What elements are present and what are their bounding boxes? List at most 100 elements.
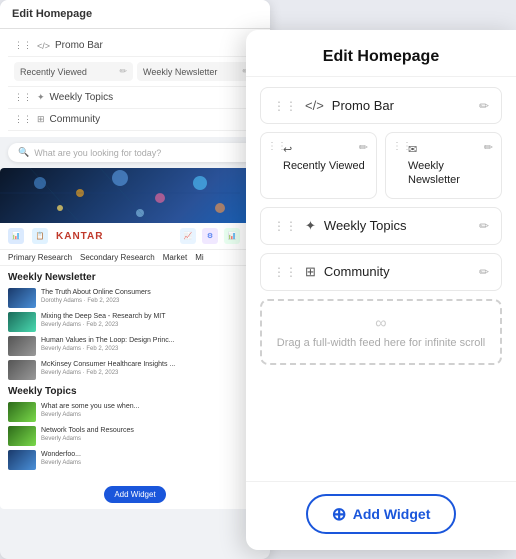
panel-item-topics-left: ⋮⋮ ✦ Weekly Topics	[273, 218, 407, 234]
nav-icon-1: 📊	[8, 228, 24, 244]
bg-item-promo: ⋮⋮ </> Promo Bar ✏	[8, 35, 262, 57]
drag-handle-community[interactable]: ⋮⋮	[273, 265, 297, 279]
nav-icon-2: 📋	[32, 228, 48, 244]
add-widget-area: ⊕ Add Widget	[246, 481, 516, 550]
drag-handle-promo[interactable]: ⋮⋮	[273, 99, 297, 113]
article-thumbnail	[8, 312, 36, 332]
panel-item-weekly-newsletter[interactable]: ⋮⋮ ✉ Weekly Newsletter ✏	[385, 132, 502, 199]
website-nav-labels: Primary Research Secondary Research Mark…	[0, 250, 270, 266]
articles-topics: What are some you use when... Beverly Ad…	[8, 402, 262, 470]
website-hero	[0, 168, 270, 223]
bg-panel-header: Edit Homepage	[0, 0, 270, 29]
recently-viewed-icon: ↩	[283, 143, 366, 156]
nav-logo: KANTAR	[56, 231, 103, 242]
list-item: Network Tools and Resources Beverly Adam…	[8, 426, 262, 446]
list-item: Mixing the Deep Sea - Research by MIT Be…	[8, 312, 262, 332]
nav-label-2: Secondary Research	[80, 253, 155, 262]
main-panel-title: Edit Homepage	[266, 48, 496, 66]
nav-label-4: Mi	[195, 253, 203, 262]
panel-item-community-left: ⋮⋮ ⊞ Community	[273, 264, 390, 280]
article-title: McKinsey Consumer Healthcare Insights ..…	[41, 360, 175, 369]
list-item: Human Values in The Loop: Design Princ..…	[8, 336, 262, 356]
panel-item-row2: ⋮⋮ ↩ Recently Viewed ✏ ⋮⋮ ✉ Weekly Newsl…	[260, 132, 502, 199]
main-edit-panel: Edit Homepage ⋮⋮ </> Promo Bar ✏ ⋮⋮ ↩ Re…	[246, 30, 516, 550]
list-item: The Truth About Online Consumers Dorothy…	[8, 288, 262, 308]
add-widget-plus-icon: ⊕	[332, 505, 347, 523]
bg-recently-label: Recently Viewed	[20, 67, 87, 77]
background-panel: Edit Homepage ⋮⋮ </> Promo Bar ✏ Recentl…	[0, 0, 270, 559]
panel-item-promo-left: ⋮⋮ </> Promo Bar	[273, 98, 394, 113]
bg-header-title: Edit Homepage	[12, 8, 92, 20]
article-meta: Beverly Adams · Feb 2, 2023	[41, 322, 166, 328]
nav-label-3: Market	[163, 253, 187, 262]
promo-bar-code-icon: </>	[305, 98, 324, 113]
article-thumbnail	[8, 450, 36, 470]
recently-viewed-label: Recently Viewed	[283, 159, 366, 173]
drag-handle-newsletter[interactable]: ⋮⋮	[392, 141, 412, 152]
article-thumbnail	[8, 402, 36, 422]
article-title: The Truth About Online Consumers	[41, 288, 151, 297]
bg-item-community: ⋮⋮ ⊞ Community ✏	[8, 109, 262, 131]
add-widget-label: Add Widget	[353, 506, 431, 522]
nav-bar-icon: 📊	[224, 228, 240, 244]
bg-item-row2: Recently Viewed ✏ Weekly Newsletter ✏	[8, 57, 262, 87]
article-meta: Beverly Adams · Feb 2, 2023	[41, 370, 175, 376]
bg-community-label: Community	[50, 114, 101, 125]
promo-bar-label: Promo Bar	[332, 98, 394, 113]
nav-label-1: Primary Research	[8, 253, 72, 262]
article-title: Mixing the Deep Sea - Research by MIT	[41, 312, 166, 321]
drag-handle-recently[interactable]: ⋮⋮	[267, 141, 287, 152]
weekly-topics-edit-icon[interactable]: ✏	[479, 219, 489, 233]
article-title: Network Tools and Resources	[41, 426, 134, 435]
bg-promo-drag-icon: ⋮⋮	[14, 40, 32, 51]
weekly-topics-label: Weekly Topics	[324, 218, 407, 233]
add-widget-button[interactable]: ⊕ Add Widget	[306, 494, 457, 534]
bg-weekly-drag: ⋮⋮	[14, 92, 32, 103]
weekly-newsletter-label: Weekly Newsletter	[408, 159, 491, 188]
list-item: McKinsey Consumer Healthcare Insights ..…	[8, 360, 262, 380]
infinity-icon: ∞	[276, 315, 486, 333]
bg-community-drag: ⋮⋮	[14, 114, 32, 125]
article-title: What are some you use when...	[41, 402, 139, 411]
main-panel-header: Edit Homepage	[246, 30, 516, 77]
bg-promo-code-icon: </>	[37, 41, 50, 51]
community-label: Community	[324, 264, 390, 279]
bg-item-recently: Recently Viewed ✏	[14, 62, 133, 81]
bg-search-icon: 🔍	[18, 147, 29, 158]
article-thumbnail	[8, 288, 36, 308]
nav-settings-icon: ⚙	[202, 228, 218, 244]
bg-item-newsletter: Weekly Newsletter ✏	[137, 62, 256, 81]
panel-item-weekly-topics[interactable]: ⋮⋮ ✦ Weekly Topics ✏	[260, 207, 502, 245]
article-meta: Beverly Adams	[41, 436, 134, 442]
promo-bar-edit-icon[interactable]: ✏	[479, 99, 489, 113]
community-edit-icon[interactable]: ✏	[479, 265, 489, 279]
infinite-scroll-drop-zone[interactable]: ∞ Drag a full-width feed here for infini…	[260, 299, 502, 365]
drag-handle-topics[interactable]: ⋮⋮	[273, 219, 297, 233]
section-topics-title: Weekly Topics	[8, 386, 262, 397]
drop-zone-text: Drag a full-width feed here for infinite…	[276, 337, 486, 349]
nav-chart-icon: 📈	[180, 228, 196, 244]
article-thumbnail	[8, 360, 36, 380]
community-grid-icon: ⊞	[305, 264, 316, 280]
bg-weekly-label: Weekly Topics	[50, 92, 114, 103]
website-content: Weekly Newsletter The Truth About Online…	[0, 266, 270, 480]
bg-add-widget-button[interactable]: Add Widget	[104, 486, 165, 503]
bg-panel-items: ⋮⋮ </> Promo Bar ✏ Recently Viewed ✏ Wee…	[0, 29, 270, 137]
bg-recently-edit: ✏	[119, 66, 127, 77]
weekly-newsletter-edit-icon[interactable]: ✏	[484, 141, 493, 154]
article-meta: Beverly Adams · Feb 2, 2023	[41, 346, 175, 352]
list-item: What are some you use when... Beverly Ad…	[8, 402, 262, 422]
website-area: 📊 📋 KANTAR 📈 ⚙ 📊 ⊞ Primary Research Seco…	[0, 168, 270, 509]
article-title: Wonderfoo...	[41, 450, 81, 459]
panel-item-promo-bar[interactable]: ⋮⋮ </> Promo Bar ✏	[260, 87, 502, 124]
panel-item-community[interactable]: ⋮⋮ ⊞ Community ✏	[260, 253, 502, 291]
bg-newsletter-label: Weekly Newsletter	[143, 67, 217, 77]
panel-items-list: ⋮⋮ </> Promo Bar ✏ ⋮⋮ ↩ Recently Viewed …	[246, 77, 516, 481]
article-meta: Dorothy Adams · Feb 2, 2023	[41, 298, 151, 304]
panel-item-recently-viewed[interactable]: ⋮⋮ ↩ Recently Viewed ✏	[260, 132, 377, 199]
weekly-newsletter-icon: ✉	[408, 143, 491, 156]
list-item: Wonderfoo... Beverly Adams	[8, 450, 262, 470]
bg-promo-label: Promo Bar	[55, 40, 103, 51]
recently-viewed-edit-icon[interactable]: ✏	[359, 141, 368, 154]
bg-community-icon: ⊞	[37, 114, 45, 125]
